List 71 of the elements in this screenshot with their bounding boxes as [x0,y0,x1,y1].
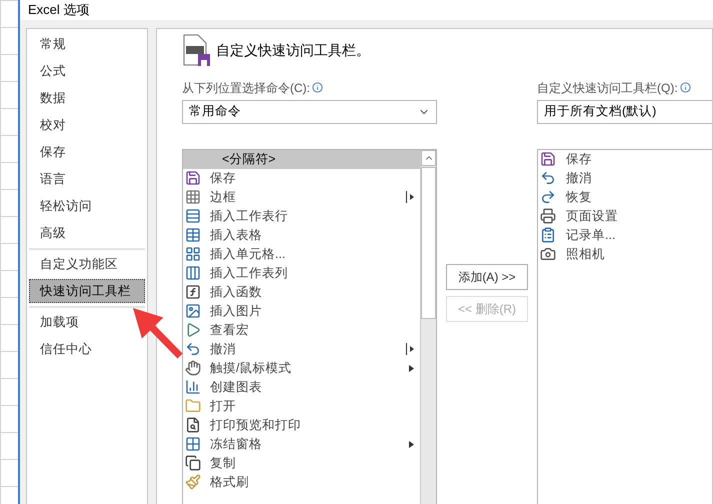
bar-chart-icon [185,379,201,395]
undo-icon [185,341,201,357]
sidebar-item[interactable]: 信任中心 [29,337,103,361]
list-item[interactable]: 插入函数 [183,282,420,302]
grid-icon [185,436,201,452]
save-icon [540,151,556,167]
table-icon [185,227,201,243]
list-item[interactable]: 创建图表 [183,378,420,396]
camera-icon [540,246,556,262]
field-label: 从下列位置选择命令(C): [182,80,310,96]
list-item[interactable]: 插入图片 [183,302,420,320]
list-item[interactable]: 撤消 [183,340,420,358]
window-title: Excel 选项 [28,1,90,19]
dropdown-field[interactable]: 常用命令 [182,100,437,124]
list-item[interactable]: 撤消 [538,168,712,188]
info-icon [680,82,691,93]
list-item[interactable]: 保存 [538,150,712,168]
play-icon [185,322,201,338]
list-item[interactable]: 打印预览和打印 [183,416,420,434]
list-item[interactable]: 冻结窗格 [183,434,420,454]
list-item[interactable]: 页面设置 [538,206,712,226]
page-save-icon [182,34,212,68]
list-item[interactable]: 复制 [183,454,420,472]
list-item[interactable]: 插入工作表行 [183,206,420,226]
rows-icon [185,208,201,224]
list-item[interactable]: 照相机 [538,244,712,264]
function-icon [185,284,201,300]
printer-icon [540,208,556,224]
hand-icon [185,360,201,376]
scrollbar-thumb[interactable] [421,166,436,318]
paintbrush-icon [185,474,201,490]
section-title: 自定义快速访问工具栏。 [216,41,370,60]
list-item[interactable]: 插入工作表列 [183,264,420,282]
list-item[interactable]: 触摸/鼠标模式 [183,358,420,378]
info-icon [312,82,323,93]
list-item[interactable]: 保存 [183,168,420,188]
list-item[interactable]: <分隔符> [183,150,420,168]
save-icon [185,170,201,186]
list-item[interactable]: 插入表格 [183,226,420,244]
undo-icon [540,170,556,186]
sidebar-item[interactable]: 保存 [29,140,77,164]
list-item[interactable]: 记录单... [538,226,712,244]
columns-icon [185,265,201,281]
sidebar-item[interactable]: 高级 [29,221,77,245]
form-icon [540,227,556,243]
field-label: 自定义快速访问工具栏(Q): [537,80,678,96]
copy-icon [185,455,201,471]
dropdown-field[interactable]: 用于所有文档(默认) [537,100,712,124]
list-item[interactable]: 边框 [183,188,420,206]
list-item[interactable]: 恢复 [538,188,712,206]
sidebar-item[interactable]: 自定义功能区 [29,252,129,276]
sidebar-item[interactable]: 常规 [29,32,77,56]
arrow-annotation [133,308,182,358]
sidebar-item[interactable]: 轻松访问 [29,194,103,218]
grid-icon [185,189,201,205]
sidebar-item[interactable]: 数据 [29,86,77,110]
add-button[interactable]: 添加(A) >> [446,264,528,290]
list-item[interactable]: 格式刷 [183,472,420,492]
list-item[interactable]: 打开 [183,396,420,416]
list-item[interactable]: 查看宏 [183,320,420,340]
list-item[interactable]: 插入单元格... [183,244,420,264]
sidebar-item[interactable]: 公式 [29,59,77,83]
sidebar-item[interactable]: 语言 [29,167,77,191]
folder-icon [185,398,201,414]
sidebar-item[interactable]: 快速访问工具栏 [29,279,145,303]
cells-icon [185,246,201,262]
redo-icon [540,189,556,205]
picture-icon [185,303,201,319]
sidebar-item[interactable]: 加载项 [29,310,90,334]
sidebar-item[interactable]: 校对 [29,113,77,137]
print-preview-icon [185,417,201,433]
